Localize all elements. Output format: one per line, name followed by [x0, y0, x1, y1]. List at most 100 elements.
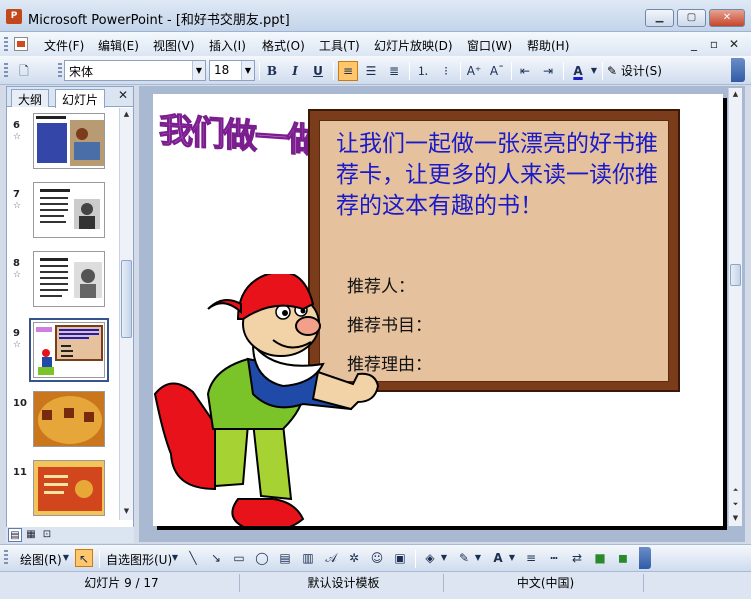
menu-insert[interactable]: 插入(I) [209, 37, 246, 54]
scroll-up-icon[interactable]: ▲ [120, 108, 133, 121]
slide-editor: 我们做一做 让我们一起做一张漂亮的好书推荐卡，让更多的人来读一读你推荐的这本有趣… [139, 86, 745, 542]
clipart-icon[interactable]: ☺ [368, 549, 386, 567]
scroll-down-icon[interactable]: ▼ [729, 512, 742, 525]
slide-thumbnail[interactable] [33, 391, 105, 447]
bullet-list-icon[interactable]: ⁝ [436, 61, 456, 81]
gnome-clipart[interactable] [153, 274, 393, 526]
chevron-down-icon[interactable]: ▼ [192, 61, 205, 80]
dash-style-icon[interactable]: ┅ [545, 549, 563, 567]
draw-menu[interactable]: 绘图(R) [20, 551, 62, 568]
decrease-font-icon[interactable]: Aˉ [487, 61, 507, 81]
align-left-button[interactable]: ≡ [338, 61, 358, 81]
font-name-select[interactable]: 宋体 ▼ [64, 60, 206, 81]
doc-minimize-button[interactable]: _ [686, 36, 702, 52]
slide-thumbnail[interactable] [33, 460, 105, 516]
slide-heading[interactable]: 我们做一做 [158, 102, 319, 162]
line-style-icon[interactable]: ≡ [522, 549, 540, 567]
textbox-icon[interactable]: ▤ [276, 549, 294, 567]
slide-scrollbar[interactable]: ▲ ⏶ ⏷ ▼ [728, 88, 742, 526]
autoshape-menu[interactable]: 自选图形(U) [106, 551, 172, 568]
document-icon[interactable] [14, 37, 28, 51]
scroll-down-icon[interactable]: ▼ [120, 505, 133, 518]
tab-outline[interactable]: 大纲 [11, 89, 50, 107]
doc-restore-button[interactable]: ▫ [706, 36, 722, 52]
menu-view[interactable]: 视图(V) [153, 37, 195, 54]
close-button[interactable]: ✕ [709, 9, 745, 27]
previous-slide-icon[interactable]: ⏶ [729, 484, 742, 497]
toolbar-grip[interactable] [4, 37, 8, 51]
shadow-icon[interactable]: ■ [591, 549, 609, 567]
picture-icon[interactable]: ▣ [391, 549, 409, 567]
menu-help[interactable]: 帮助(H) [527, 37, 569, 54]
separator [409, 62, 410, 80]
underline-button[interactable]: U [308, 61, 328, 81]
slide-sorter-icon[interactable]: ▦ [24, 528, 38, 542]
font-size-select[interactable]: 18 ▼ [209, 60, 255, 81]
chevron-down-icon[interactable]: ▼ [474, 549, 482, 567]
design-button[interactable]: ✎ 设计(S) [607, 61, 662, 81]
font-color-icon[interactable]: A [568, 61, 588, 81]
pane-scrollbar[interactable]: ▲ ▼ [119, 108, 133, 520]
separator [563, 62, 564, 80]
menu-window[interactable]: 窗口(W) [467, 37, 512, 54]
menu-file[interactable]: 文件(F) [44, 37, 84, 54]
toolbar-options-icon[interactable] [639, 547, 651, 569]
font-color-icon[interactable]: A [489, 549, 507, 567]
doc-close-button[interactable]: ✕ [726, 36, 742, 52]
toolbar-grip[interactable] [4, 550, 8, 566]
numbered-list-icon[interactable]: ⒈ [413, 61, 433, 81]
3d-style-icon[interactable]: ◼ [614, 549, 632, 567]
increase-font-icon[interactable]: A⁺ [464, 61, 484, 81]
board-title[interactable]: 让我们一起做一张漂亮的好书推荐卡，让更多的人来读一读你推荐的这本有趣的书！ [336, 129, 672, 222]
vertical-textbox-icon[interactable]: ▥ [299, 549, 317, 567]
decrease-indent-icon[interactable]: ⇤ [515, 61, 535, 81]
menu-format[interactable]: 格式(O) [262, 37, 305, 54]
tab-slides[interactable]: 幻灯片 [55, 89, 106, 108]
chevron-down-icon[interactable]: ▼ [171, 549, 179, 567]
toolbar-grip[interactable] [4, 63, 8, 79]
slide-thumbnail-list[interactable]: 6 ☆ 7 ☆ 8 ☆ 9 ☆ 10 11 [7, 108, 119, 520]
italic-button[interactable]: I [285, 61, 305, 81]
menu-edit[interactable]: 编辑(E) [98, 37, 139, 54]
new-document-icon[interactable]: 🗋 [14, 61, 34, 81]
normal-view-icon[interactable]: ▤ [8, 528, 22, 542]
slide-thumbnail-selected[interactable] [29, 318, 109, 382]
select-pointer-icon[interactable]: ↖ [75, 549, 93, 567]
minimize-button[interactable]: ▁ [645, 9, 674, 27]
chevron-down-icon[interactable]: ▼ [440, 549, 448, 567]
increase-indent-icon[interactable]: ⇥ [538, 61, 558, 81]
chevron-down-icon[interactable]: ▼ [62, 549, 70, 567]
current-slide[interactable]: 我们做一做 让我们一起做一张漂亮的好书推荐卡，让更多的人来读一读你推荐的这本有趣… [153, 94, 723, 526]
arrow-style-icon[interactable]: ⇄ [568, 549, 586, 567]
next-slide-icon[interactable]: ⏷ [729, 498, 742, 511]
toolbar-options-icon[interactable] [731, 58, 745, 82]
slide-thumbnail[interactable] [33, 251, 105, 307]
slide-thumbnail[interactable] [33, 182, 105, 238]
wordart-icon[interactable]: 𝒜 [322, 549, 340, 567]
diagram-icon[interactable]: ✲ [345, 549, 363, 567]
align-center-button[interactable]: ☰ [361, 61, 381, 81]
menu-slideshow[interactable]: 幻灯片放映(D) [374, 37, 453, 54]
bold-button[interactable]: B [262, 61, 282, 81]
fill-color-icon[interactable]: ◈ [421, 549, 439, 567]
toolbar-grip[interactable] [58, 63, 62, 79]
scroll-up-icon[interactable]: ▲ [729, 88, 742, 101]
align-right-button[interactable]: ≣ [384, 61, 404, 81]
status-template[interactable]: 默认设计模板 [244, 574, 444, 592]
chevron-down-icon[interactable]: ▼ [508, 549, 516, 567]
maximize-button[interactable]: ▢ [677, 9, 706, 27]
line-icon[interactable]: ╲ [184, 549, 202, 567]
chevron-down-icon[interactable]: ▼ [241, 61, 254, 80]
close-icon[interactable]: ✕ [118, 88, 128, 102]
slideshow-view-icon[interactable]: ⊡ [40, 528, 54, 542]
menu-tools[interactable]: 工具(T) [319, 37, 360, 54]
scrollbar-thumb[interactable] [121, 260, 132, 338]
arrow-icon[interactable]: ↘ [207, 549, 225, 567]
rectangle-icon[interactable]: ▭ [230, 549, 248, 567]
line-color-icon[interactable]: ✎ [455, 549, 473, 567]
chevron-down-icon[interactable]: ▼ [589, 61, 599, 81]
slide-thumbnail[interactable] [33, 113, 105, 169]
scrollbar-thumb[interactable] [730, 264, 741, 286]
oval-icon[interactable]: ◯ [253, 549, 271, 567]
powerpoint-icon: P [6, 9, 22, 24]
